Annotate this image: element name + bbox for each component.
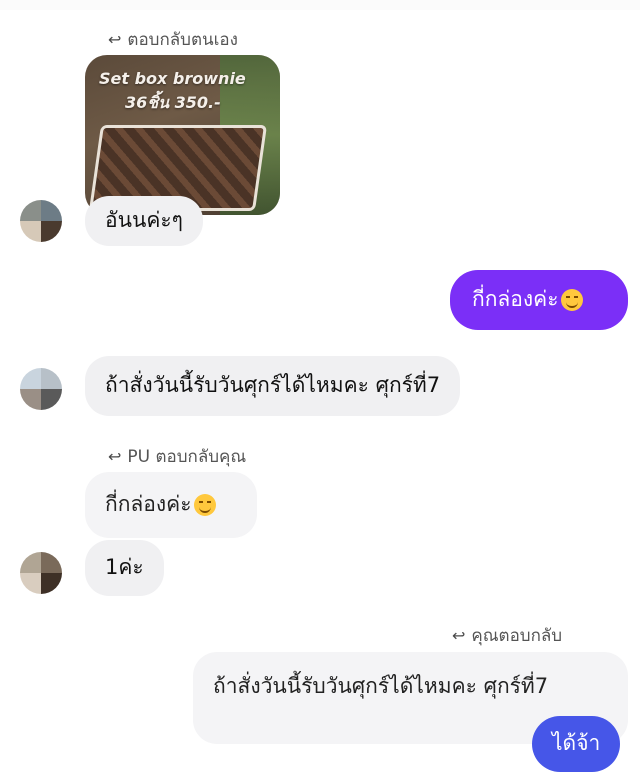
incoming-message-bubble[interactable]: ถ้าสั่งวันนี้รับวันศุกร์ได้ไหมคะ ศุกร์ที… <box>85 356 461 416</box>
message-text: อันนค่ะๆ <box>105 208 183 233</box>
incoming-message-bubble[interactable]: อันนค่ะๆ <box>85 196 203 246</box>
reply-hint: ↩ คุณตอบกลับ <box>452 622 562 649</box>
image-caption-line2: 36ชิ้น 350.- <box>125 93 221 112</box>
reply-arrow-icon: ↩ <box>108 447 122 466</box>
reply-arrow-icon: ↩ <box>452 626 466 645</box>
reply-hint: ↩ PU ตอบกลับคุณ <box>108 443 246 470</box>
image-message[interactable]: Set box brownie 36ชิ้น 350.- <box>85 55 280 215</box>
outgoing-message-bubble[interactable]: กี่กล่องค่ะ <box>450 270 628 330</box>
reply-hint-text: PU ตอบกลับคุณ <box>127 447 247 467</box>
scroll-edge <box>0 0 640 10</box>
message-text: 1ค่ะ <box>105 555 144 580</box>
smiling-face-icon <box>193 494 216 516</box>
quoted-message[interactable]: กี่กล่องค่ะ <box>85 472 257 538</box>
outgoing-message-bubble[interactable]: ได้จ้า <box>532 716 621 772</box>
avatar[interactable] <box>20 200 62 242</box>
message-text: ได้จ้า <box>552 731 601 756</box>
message-text: กี่กล่องค่ะ <box>472 287 559 312</box>
image-caption-line1: Set box brownie <box>99 69 246 88</box>
smiling-face-icon <box>560 289 583 311</box>
reply-arrow-icon: ↩ <box>108 30 122 49</box>
avatar[interactable] <box>20 552 62 594</box>
quoted-text: ถ้าสั่งวันนี้รับวันศุกร์ได้ไหมคะ ศุกร์ที… <box>213 674 549 698</box>
avatar[interactable] <box>20 368 62 410</box>
reply-hint-text: คุณตอบกลับ <box>471 626 563 646</box>
message-text: ถ้าสั่งวันนี้รับวันศุกร์ได้ไหมคะ ศุกร์ที… <box>105 373 441 398</box>
reply-hint: ↩ ตอบกลับตนเอง <box>108 26 238 53</box>
incoming-message-bubble[interactable]: 1ค่ะ <box>85 540 164 596</box>
reply-hint-text: ตอบกลับตนเอง <box>127 30 238 50</box>
quoted-text: กี่กล่องค่ะ <box>105 492 192 517</box>
